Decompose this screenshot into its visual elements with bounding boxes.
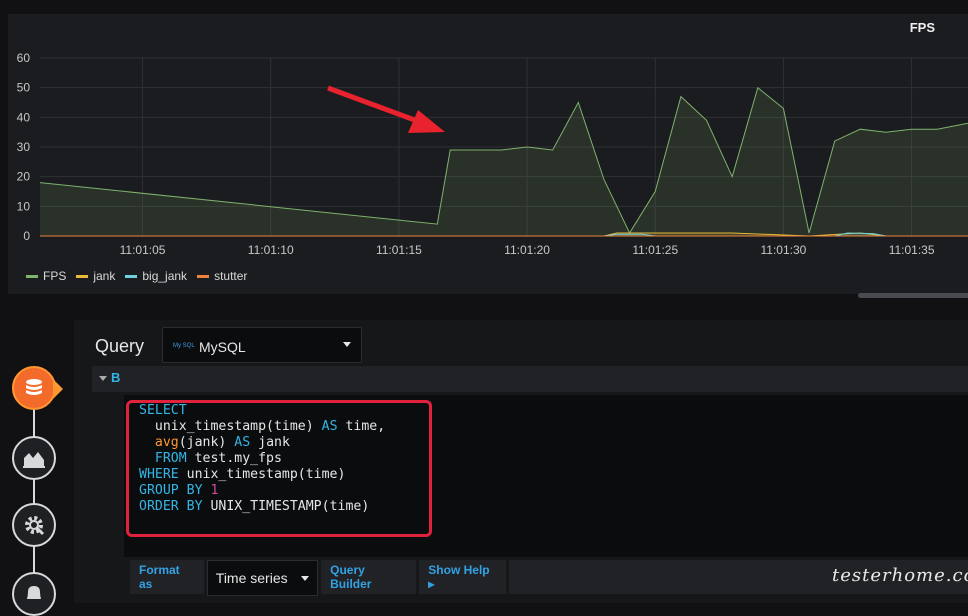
sql-token: 1 (210, 483, 219, 498)
y-tick-label: 50 (17, 81, 31, 95)
chevron-down-icon (301, 576, 310, 581)
gear-glyph (25, 516, 45, 536)
y-tick-label: 40 (17, 110, 31, 124)
sql-token: avg (154, 435, 179, 450)
sql-token: AS (321, 419, 338, 434)
collapse-caret-icon[interactable] (99, 376, 107, 381)
graph-panel: 0 10 20 30 40 50 60 11:01:05 11:01:10 11:01:15 11:… (8, 14, 968, 298)
x-tick-label: 11:01:05 (120, 243, 166, 257)
format-as-label: Format as (130, 560, 204, 594)
legend-item[interactable]: big_jank (125, 269, 187, 283)
query-row-header[interactable]: B (92, 366, 968, 392)
sql-token: jank (250, 435, 290, 450)
format-select[interactable]: Time series (206, 560, 319, 596)
editor-side-rail (0, 300, 74, 616)
sql-token: SELECT (139, 403, 187, 418)
sql-token: AS (234, 435, 251, 450)
chart-glyph (23, 452, 45, 468)
query-heading: Query (95, 336, 145, 356)
query-editor: Query My SQL MySQL B SELECT unix_timesta… (74, 320, 968, 603)
sql-token: GROUP BY (139, 483, 203, 498)
x-tick-label: 11:01:25 (632, 243, 678, 257)
x-tick-label: 11:01:10 (248, 243, 294, 257)
legend-swatch (197, 274, 210, 278)
x-tick-label: 11:01:20 (504, 243, 550, 257)
format-select-value: Time series (215, 570, 288, 586)
bell-icon[interactable] (12, 572, 56, 616)
mysql-logo-icon: My SQL (173, 343, 195, 349)
legend-label: jank (93, 269, 116, 283)
sql-token: FROM (139, 451, 187, 466)
x-tick-label: 11:01:30 (761, 243, 807, 257)
legend-item[interactable]: stutter (197, 269, 247, 283)
y-tick-label: 10 (17, 199, 31, 213)
legend-swatch (26, 274, 38, 278)
legend-label: FPS (43, 269, 67, 283)
sql-token: test.my_fps (186, 451, 282, 466)
legend-label: big_jank (142, 269, 188, 283)
chart-icon[interactable] (12, 436, 56, 480)
datasource-name: MySQL (199, 339, 246, 355)
database-icon[interactable] (12, 366, 56, 410)
query-ref-id[interactable]: B (111, 370, 120, 385)
sql-token: ORDER BY (139, 499, 203, 514)
y-tick-label: 60 (17, 51, 31, 65)
legend-label: stutter (214, 269, 248, 283)
watermark: testerhome.com (832, 565, 968, 586)
sql-token: (jank) (178, 435, 235, 450)
legend-swatch (76, 274, 89, 278)
x-tick-label: 11:01:35 (889, 243, 935, 257)
query-builder-button[interactable]: Query Builder (321, 560, 417, 594)
chevron-down-icon (343, 342, 351, 347)
chart-legend: FPS jank big_jank stutter (26, 269, 247, 283)
fps-chart: 0 10 20 30 40 50 60 11:01:05 11:01:10 11:01:15 11:… (17, 51, 968, 257)
legend-item[interactable]: jank (76, 269, 115, 283)
bell-glyph (27, 586, 41, 599)
sql-code[interactable]: SELECT unix_timestamp(time) AS time, avg… (139, 403, 385, 515)
active-step-pointer (53, 379, 63, 399)
legend-item[interactable]: FPS (26, 269, 66, 283)
sql-token: UNIX_TIMESTAMP(time) (202, 499, 370, 514)
sql-editor[interactable]: SELECT unix_timestamp(time) AS time, avg… (124, 395, 968, 557)
y-tick-label: 20 (17, 170, 31, 184)
show-help-button[interactable]: Show Help ▸ (419, 560, 507, 594)
sql-token: unix_timestamp(time) (139, 419, 322, 434)
panel-title[interactable]: FPS (910, 20, 935, 35)
y-tick-label: 0 (23, 229, 30, 243)
y-tick-label: 30 (17, 140, 31, 154)
database-glyph (26, 379, 42, 395)
legend-swatch (125, 274, 138, 278)
sql-token: unix_timestamp(time) (178, 467, 346, 482)
x-tick-label: 11:01:15 (376, 243, 422, 257)
gear-icon[interactable] (12, 503, 56, 547)
sql-token: WHERE (139, 467, 179, 482)
horizontal-scrollbar[interactable] (858, 293, 968, 298)
datasource-select[interactable]: My SQL MySQL (162, 327, 362, 363)
sql-token: time, (337, 419, 386, 434)
